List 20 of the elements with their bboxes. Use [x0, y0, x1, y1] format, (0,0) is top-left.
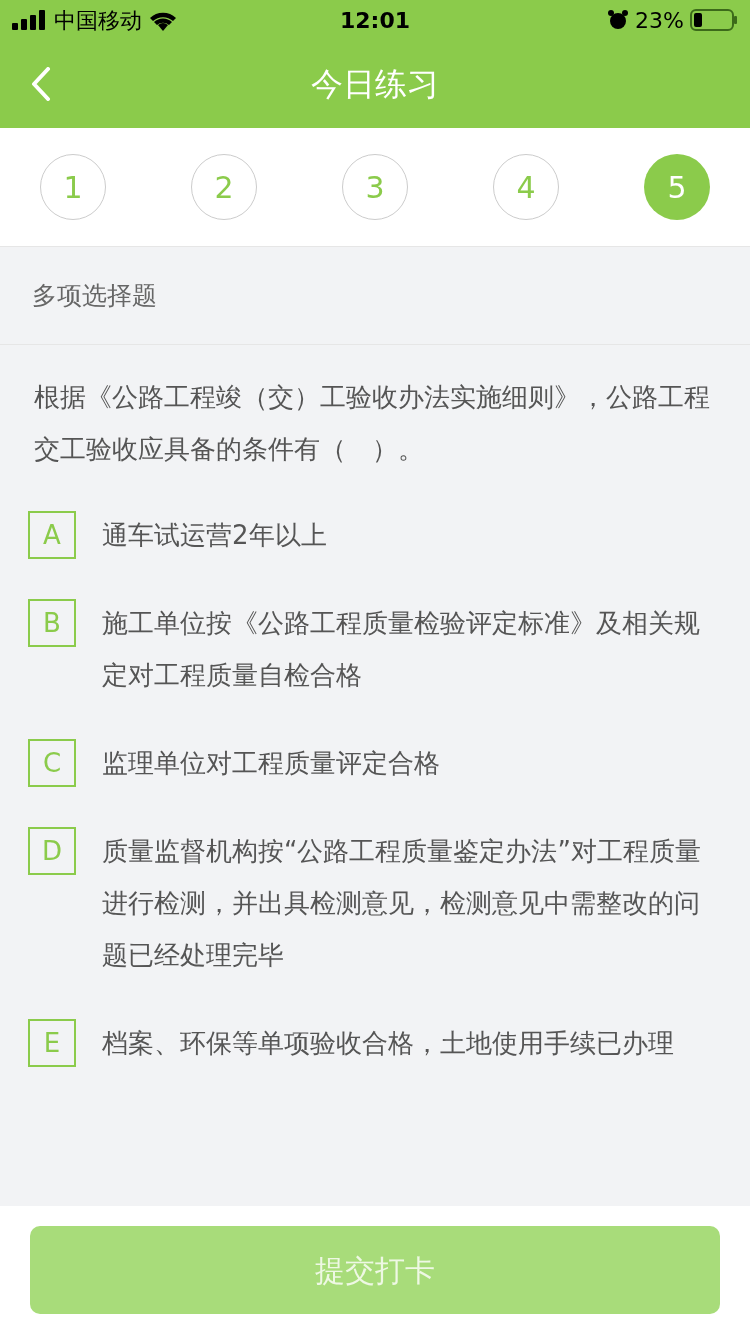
page-title: 今日练习: [311, 64, 439, 105]
alarm-icon: [607, 9, 630, 31]
clock-time: 12:01: [340, 6, 410, 35]
question-number[interactable]: 5: [644, 154, 710, 220]
battery-icon: [690, 9, 738, 31]
option-text: 档案、环保等单项验收合格，土地使用手续已办理: [102, 1027, 674, 1060]
option-letter[interactable]: D: [28, 827, 76, 875]
option-letter[interactable]: C: [28, 739, 76, 787]
question-text: 根据《公路工程竣（交）工验收办法实施细则》，公路工程交工验收应具备的条件有（ ）。: [33, 381, 711, 466]
carrier-name: 中国移动: [54, 6, 142, 35]
signal-icon: [12, 10, 48, 30]
option-text: 通车试运营2年以上: [102, 519, 327, 552]
option-text: 质量监督机构按“公路工程质量鉴定办法”对工程质量进行检测，并出具检测意见，检测意见中需整改的问题已经处理完毕: [102, 835, 702, 972]
option-letter[interactable]: E: [28, 1019, 76, 1067]
option-letter[interactable]: A: [28, 511, 76, 559]
option-text: 监理单位对工程质量评定合格: [102, 747, 440, 780]
battery-percent: 23%: [635, 6, 684, 35]
option-letter[interactable]: B: [28, 599, 76, 647]
option-text: 施工单位按《公路工程质量检验评定标准》及相关规定对工程质量自检合格: [102, 607, 701, 692]
question-type: 多项选择题: [32, 279, 157, 312]
